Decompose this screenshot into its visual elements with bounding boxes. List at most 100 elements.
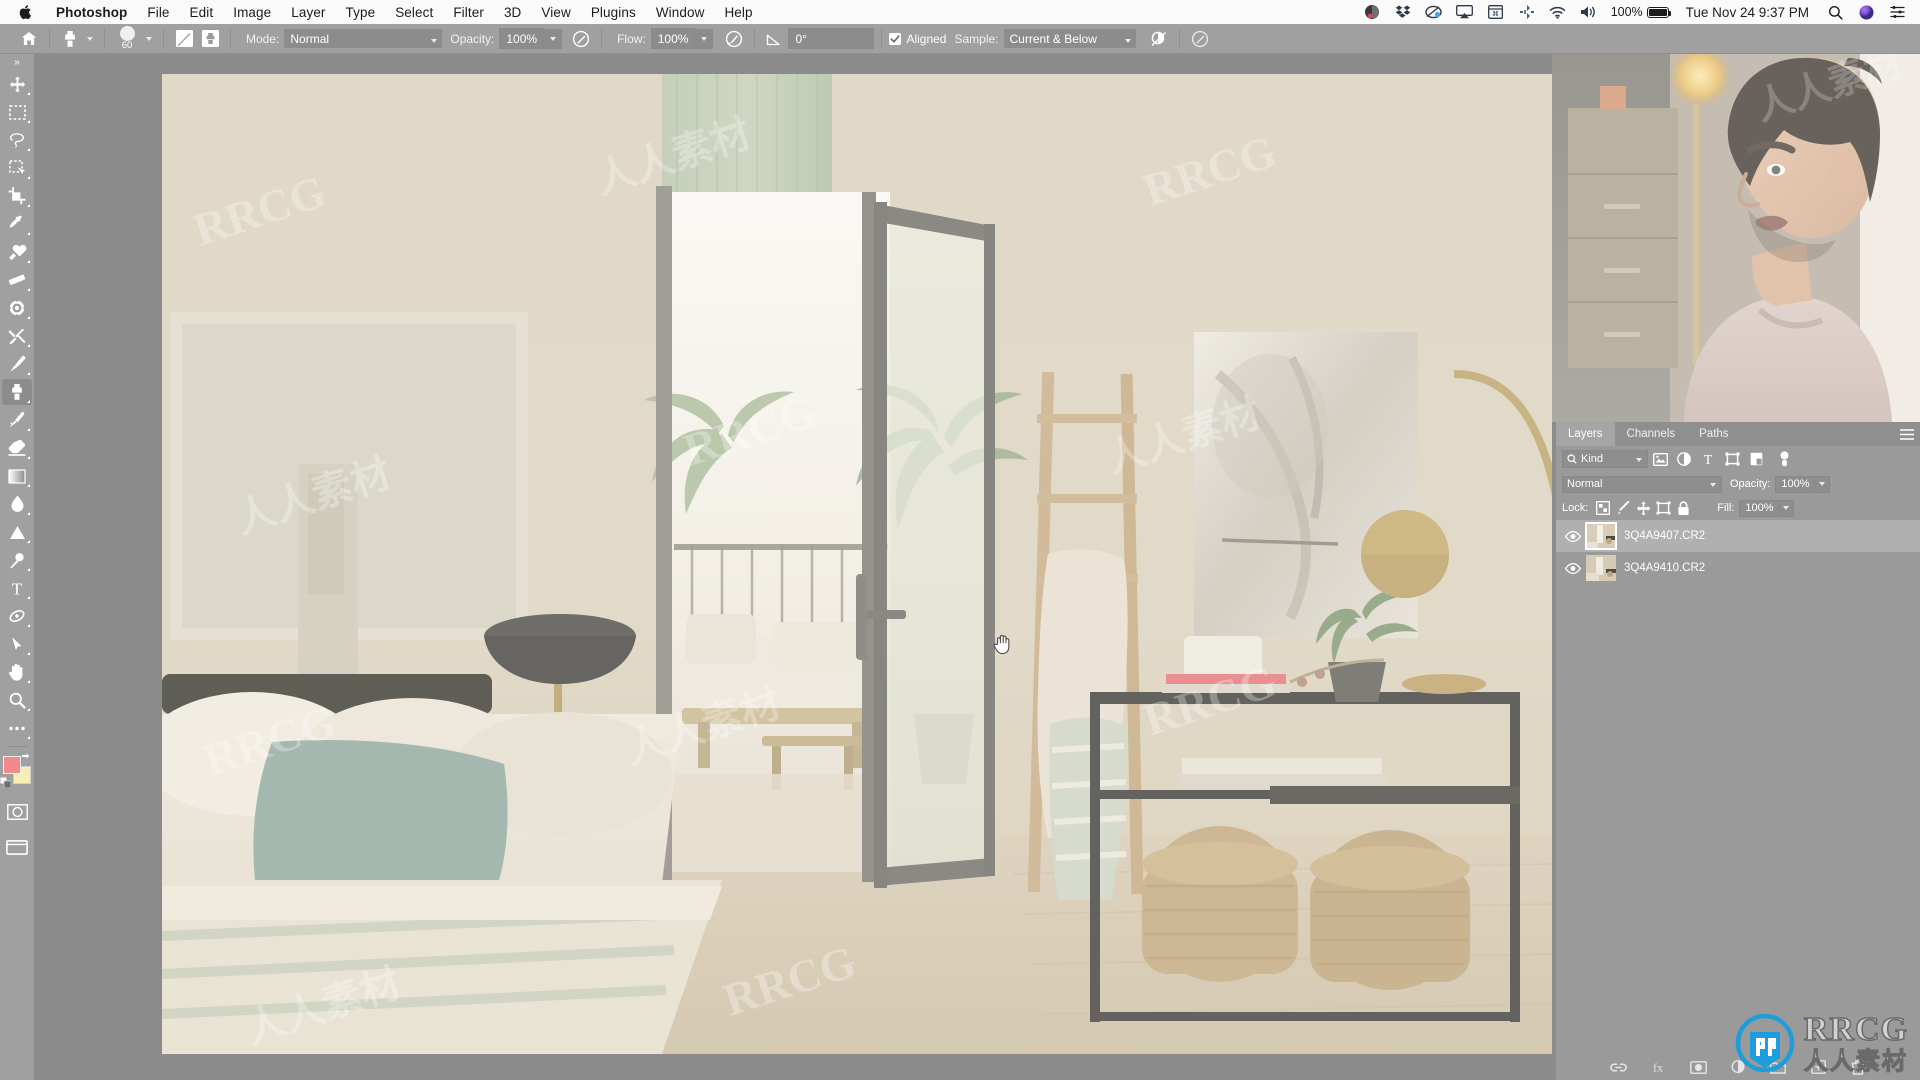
blend-mode-select[interactable]: Normal bbox=[284, 29, 443, 48]
smart-object-filter-icon[interactable] bbox=[1744, 448, 1768, 470]
opacity-chevron-down-icon[interactable] bbox=[544, 28, 563, 49]
clone-stamp-icon[interactable] bbox=[57, 26, 83, 52]
tool-clone-stamp[interactable] bbox=[2, 379, 32, 405]
quick-mask-toggle[interactable] bbox=[2, 799, 32, 825]
tool-blur[interactable] bbox=[2, 491, 32, 517]
volume-icon[interactable] bbox=[1580, 4, 1598, 20]
airplay-icon[interactable] bbox=[1456, 4, 1474, 20]
sample-select[interactable]: Current & Below bbox=[1003, 29, 1136, 48]
menu-item-photoshop[interactable]: Photoshop bbox=[46, 5, 137, 20]
dropbox-icon[interactable] bbox=[1394, 4, 1412, 20]
filter-toggle-icon[interactable] bbox=[1772, 448, 1796, 470]
tool-gradient[interactable] bbox=[2, 463, 32, 489]
layer-row-1[interactable]: 3Q4A9407.CR2 bbox=[1556, 520, 1920, 552]
menu-item-help[interactable]: Help bbox=[714, 5, 762, 20]
brush-preset-picker[interactable]: 60 bbox=[112, 26, 142, 51]
flow-input[interactable]: 100% bbox=[650, 28, 696, 49]
screen-mode-toggle[interactable] bbox=[2, 834, 32, 860]
cloud-sync-icon[interactable] bbox=[1363, 4, 1381, 20]
tool-direct-selection[interactable] bbox=[2, 631, 32, 657]
menu-item-file[interactable]: File bbox=[137, 5, 179, 20]
home-icon[interactable] bbox=[16, 26, 42, 52]
tool-paintbrush[interactable] bbox=[2, 351, 32, 377]
tool-path-selection[interactable] bbox=[2, 603, 32, 629]
layer-style-icon[interactable]: fx bbox=[1649, 1058, 1667, 1076]
tool-crop[interactable] bbox=[2, 183, 32, 209]
tool-eraser[interactable] bbox=[2, 435, 32, 461]
airbrush-icon[interactable] bbox=[721, 26, 747, 52]
layer-thumbnail-2[interactable] bbox=[1586, 555, 1616, 581]
menu-item-window[interactable]: Window bbox=[646, 5, 715, 20]
screen-window-icon[interactable]: ⌘ bbox=[1487, 4, 1505, 20]
menu-item-type[interactable]: Type bbox=[336, 5, 386, 20]
menu-item-filter[interactable]: Filter bbox=[443, 5, 494, 20]
layer-fill-chevron-down-icon[interactable] bbox=[1779, 499, 1794, 517]
tool-history-brush[interactable] bbox=[2, 323, 32, 349]
tool-lasso[interactable] bbox=[2, 127, 32, 153]
layer-filter-kind-select[interactable]: Kind bbox=[1562, 450, 1648, 468]
image-canvas[interactable]: RRCG 人人素材 RRCG 人人素材 RRCG 人人素材 RRCG 人人素材 … bbox=[162, 74, 1552, 1054]
layer-name[interactable]: 3Q4A9407.CR2 bbox=[1624, 530, 1705, 542]
wifi-icon[interactable] bbox=[1549, 4, 1567, 20]
creative-cloud-icon[interactable] bbox=[1425, 4, 1443, 20]
aligned-checkbox[interactable]: Aligned bbox=[889, 24, 946, 54]
link-layers-icon[interactable] bbox=[1609, 1058, 1627, 1076]
tool-edit-toolbar[interactable] bbox=[2, 715, 32, 741]
eye-icon-2[interactable] bbox=[1560, 552, 1586, 584]
tool-hand[interactable] bbox=[2, 659, 32, 685]
tool-eyedropper[interactable] bbox=[2, 211, 32, 237]
search-icon[interactable] bbox=[1826, 4, 1844, 20]
control-center-icon[interactable] bbox=[1888, 4, 1906, 20]
tool-pen[interactable] bbox=[2, 547, 32, 573]
lock-transparency-icon[interactable] bbox=[1593, 498, 1613, 518]
lock-artboard-icon[interactable] bbox=[1653, 498, 1673, 518]
shape-layer-filter-icon[interactable] bbox=[1720, 448, 1744, 470]
layer-blend-mode-select[interactable]: Normal bbox=[1562, 475, 1722, 493]
tab-channels[interactable]: Channels bbox=[1615, 422, 1688, 446]
default-colors-icon[interactable] bbox=[0, 777, 11, 788]
clone-source-panel-icon[interactable] bbox=[197, 26, 223, 52]
swap-colors-icon[interactable] bbox=[22, 751, 33, 762]
tool-rectangular-marquee[interactable] bbox=[2, 99, 32, 125]
pressure-size-icon[interactable] bbox=[1187, 26, 1213, 52]
ignore-adjustment-layers-icon[interactable] bbox=[1146, 26, 1172, 52]
tool-object-selection[interactable] bbox=[2, 155, 32, 181]
lock-position-icon[interactable] bbox=[1633, 498, 1653, 518]
angle-icon[interactable] bbox=[762, 26, 788, 52]
type-layer-filter-icon[interactable]: T bbox=[1696, 448, 1720, 470]
battery-status[interactable]: 100% bbox=[1611, 5, 1672, 19]
color-swatches[interactable] bbox=[0, 753, 32, 788]
layer-name-2[interactable]: 3Q4A9410.CR2 bbox=[1624, 562, 1705, 574]
tool-type[interactable]: T bbox=[2, 575, 32, 601]
menu-bar-clock[interactable]: Tue Nov 24 9:37 PM bbox=[1682, 5, 1813, 20]
brush-picker-chevron-down-icon[interactable] bbox=[142, 26, 156, 52]
layer-opacity-chevron-down-icon[interactable] bbox=[1815, 475, 1830, 493]
pressure-opacity-icon[interactable] bbox=[568, 26, 594, 52]
menu-item-view[interactable]: View bbox=[531, 5, 580, 20]
layer-row-2[interactable]: 3Q4A9410.CR2 bbox=[1556, 552, 1920, 584]
eye-icon[interactable] bbox=[1560, 520, 1586, 552]
tool-dodge[interactable] bbox=[2, 519, 32, 545]
menu-item-edit[interactable]: Edit bbox=[180, 5, 224, 20]
panel-menu-icon[interactable] bbox=[1894, 422, 1920, 446]
layer-thumbnail[interactable] bbox=[1585, 522, 1617, 550]
bluetooth-transfer-icon[interactable] bbox=[1518, 4, 1536, 20]
tool-pattern-stamp[interactable] bbox=[2, 295, 32, 321]
opacity-input[interactable]: 100% bbox=[499, 28, 545, 49]
menu-item-layer[interactable]: Layer bbox=[281, 5, 335, 20]
menu-item-plugins[interactable]: Plugins bbox=[581, 5, 646, 20]
brush-panel-icon[interactable] bbox=[171, 26, 197, 52]
tab-layers[interactable]: Layers bbox=[1556, 422, 1615, 446]
layer-fill-input[interactable]: 100% bbox=[1739, 499, 1780, 517]
tool-zoom[interactable] bbox=[2, 687, 32, 713]
lock-all-icon[interactable] bbox=[1673, 498, 1693, 518]
tab-paths[interactable]: Paths bbox=[1687, 422, 1740, 446]
foreground-color-swatch[interactable] bbox=[3, 756, 21, 774]
layer-opacity-input[interactable]: 100% bbox=[1775, 475, 1816, 493]
tool-brush[interactable] bbox=[2, 267, 32, 293]
tool-move[interactable] bbox=[2, 71, 32, 97]
apple-icon[interactable] bbox=[0, 4, 46, 20]
tool-healing-brush[interactable] bbox=[2, 239, 32, 265]
pixel-layer-filter-icon[interactable] bbox=[1648, 448, 1672, 470]
siri-icon[interactable] bbox=[1857, 4, 1875, 20]
